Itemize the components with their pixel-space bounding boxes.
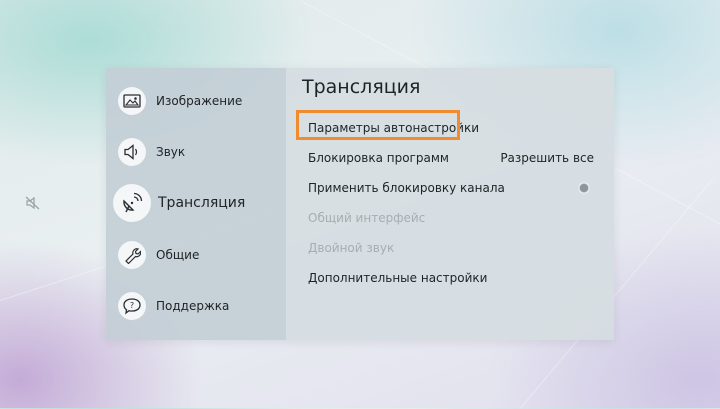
menu-item-label: Дополнительные настройки [308, 271, 488, 285]
sidebar-item-broadcast[interactable]: Трансляция [113, 184, 246, 222]
wrench-icon [118, 241, 146, 269]
speaker-icon [118, 138, 146, 166]
broadcast-settings: Трансляция Параметры автонастройки Блоки… [286, 68, 614, 340]
program-lock-value: Разрешить все [500, 151, 594, 165]
sidebar-item-label: Общие [156, 248, 200, 262]
menu-item-label: Двойной звук [308, 241, 395, 255]
apply-channel-lock-item[interactable]: Применить блокировку канала [308, 178, 594, 198]
settings-sidebar: Изображение Звук Трансляция Общие ? Подд… [106, 68, 286, 340]
dual-sound-item: Двойной звук [308, 238, 594, 258]
settings-panel: Изображение Звук Трансляция Общие ? Подд… [106, 68, 614, 340]
broadcast-icon [113, 184, 151, 222]
menu-item-label: Применить блокировку канала [308, 181, 505, 195]
mute-icon [24, 194, 42, 212]
channel-lock-toggle[interactable] [578, 182, 590, 194]
menu-item-label: Общий интерфейс [308, 211, 426, 225]
sidebar-item-general[interactable]: Общие [118, 238, 199, 272]
picture-icon [118, 87, 146, 115]
menu-item-label: Параметры автонастройки [308, 121, 480, 135]
support-chat-icon: ? [118, 292, 146, 320]
sidebar-item-support[interactable]: ? Поддержка [118, 289, 229, 323]
svg-text:?: ? [130, 301, 134, 310]
sidebar-item-sound[interactable]: Звук [118, 135, 185, 169]
advanced-settings-item[interactable]: Дополнительные настройки [308, 268, 594, 288]
menu-item-label: Блокировка программ [308, 151, 449, 165]
page-title: Трансляция [302, 76, 421, 98]
sidebar-item-label: Звук [156, 145, 186, 159]
sidebar-item-label: Поддержка [156, 299, 230, 313]
sidebar-item-picture[interactable]: Изображение [118, 84, 242, 118]
sidebar-item-label: Трансляция [158, 195, 246, 211]
common-interface-item: Общий интерфейс [308, 208, 594, 228]
sidebar-item-label: Изображение [156, 94, 243, 108]
auto-tuning-settings-item[interactable]: Параметры автонастройки [296, 110, 594, 140]
program-lock-item[interactable]: Блокировка программ Разрешить все [308, 148, 594, 168]
